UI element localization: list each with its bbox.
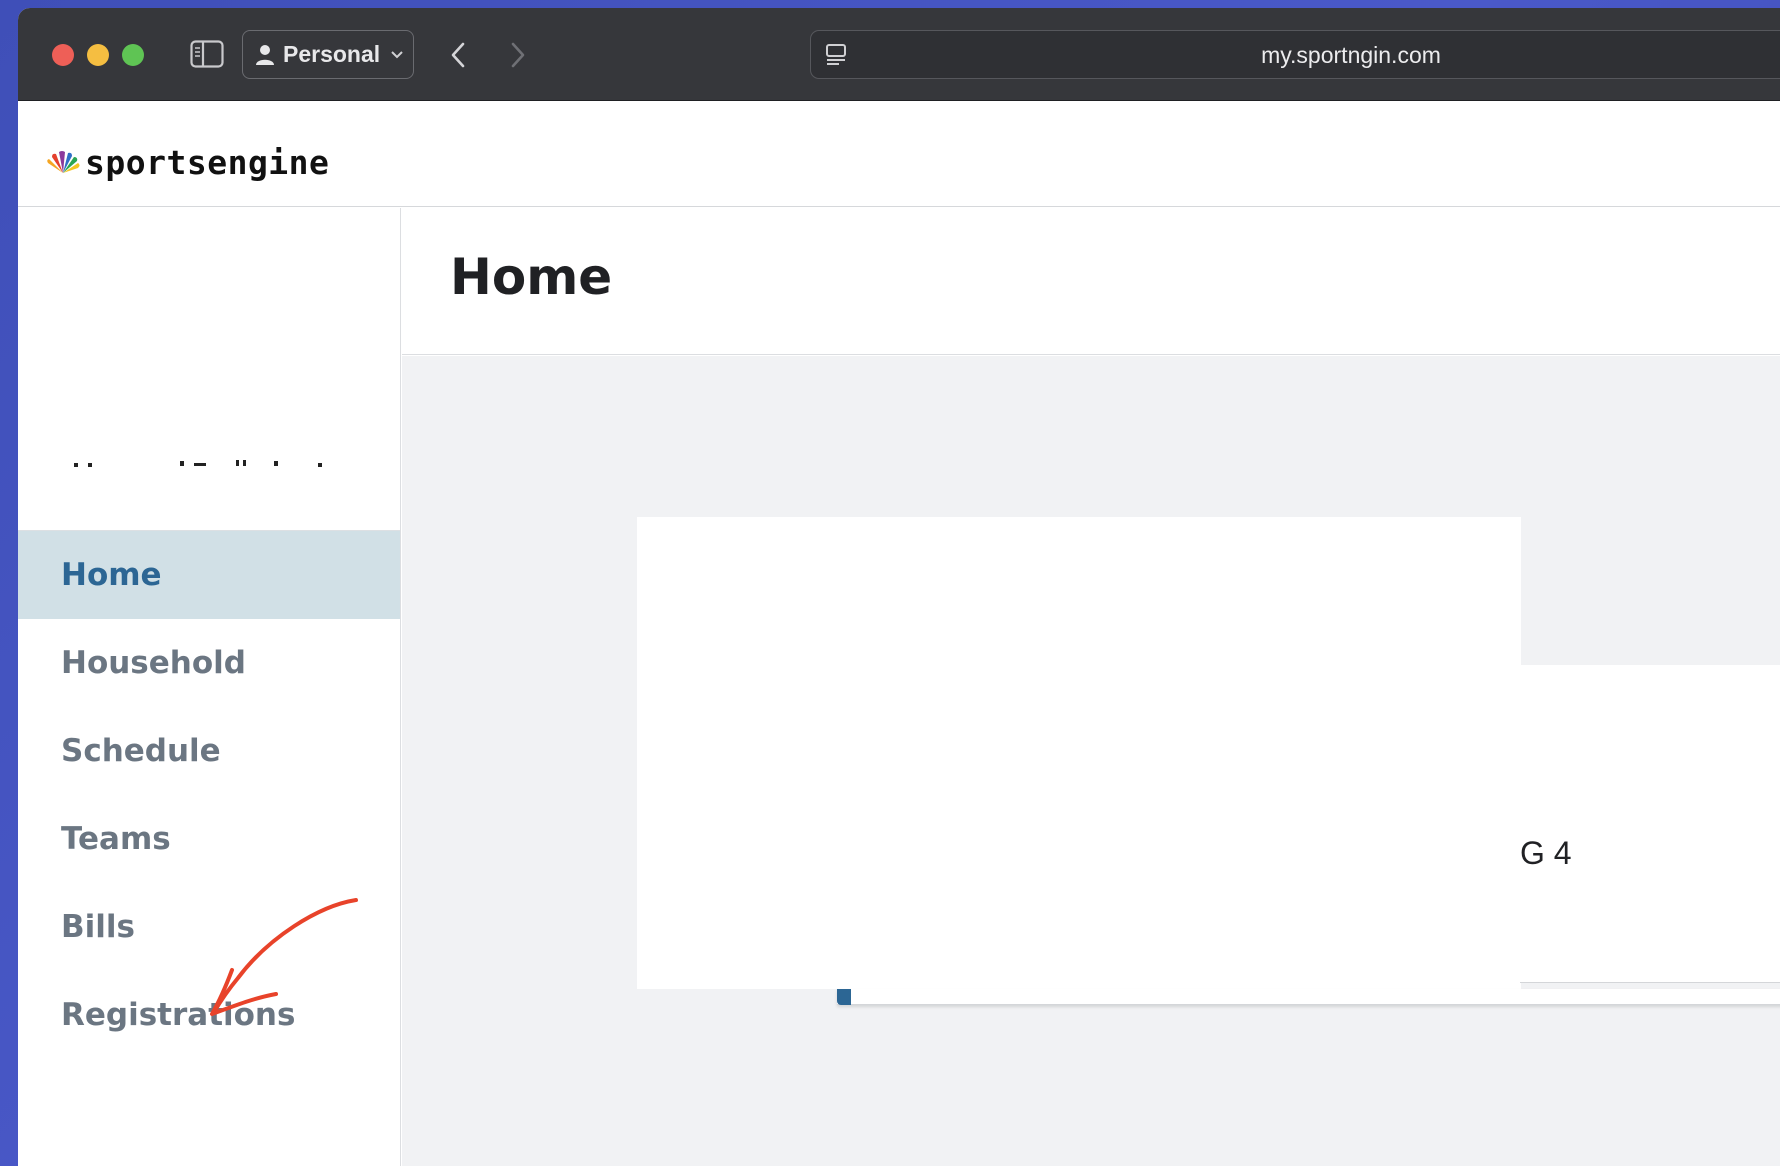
browser-window: Personal my.sportngin.com sportsengine H…	[18, 8, 1780, 1166]
page-title: Home	[450, 248, 613, 306]
sidebar-item-registrations[interactable]: Registrations	[18, 971, 400, 1059]
main-content: G 4	[402, 356, 1780, 1166]
sidebar-toggle-icon[interactable]	[190, 40, 224, 68]
obscured-user-name	[74, 460, 322, 467]
forward-arrow-icon[interactable]	[508, 42, 528, 68]
sidebar-item-household[interactable]: Household	[18, 619, 400, 707]
close-window-button[interactable]	[52, 44, 74, 66]
sidebar-item-bills[interactable]: Bills	[18, 883, 400, 971]
partial-card: G 4	[1520, 665, 1780, 983]
browser-titlebar: Personal my.sportngin.com	[18, 8, 1780, 101]
address-bar[interactable]: my.sportngin.com	[810, 30, 1780, 79]
main-header: Home	[402, 208, 1780, 355]
content-card	[637, 517, 1521, 989]
sidebar-item-schedule[interactable]: Schedule	[18, 707, 400, 795]
url-text: my.sportngin.com	[1261, 42, 1441, 68]
sidebar-item-teams[interactable]: Teams	[18, 795, 400, 883]
logo-text: sportsengine	[85, 143, 330, 182]
peacock-logo-icon	[47, 150, 80, 173]
person-icon	[256, 44, 274, 65]
sportsengine-logo[interactable]: sportsengine	[44, 143, 329, 182]
sidebar-nav: Home Household Schedule Teams Bills Regi…	[18, 208, 401, 1166]
sidebar-menu: Home Household Schedule Teams Bills Regi…	[18, 530, 400, 1059]
chevron-down-icon	[391, 50, 403, 58]
profile-button[interactable]: Personal	[242, 30, 414, 79]
card-accent-bar	[837, 989, 851, 1005]
profile-label: Personal	[283, 41, 381, 67]
zoom-window-button[interactable]	[122, 44, 144, 66]
site-header: sportsengine	[18, 101, 1780, 207]
back-arrow-icon[interactable]	[448, 42, 468, 68]
card-bottom-edge	[837, 989, 1780, 1005]
minimize-window-button[interactable]	[87, 44, 109, 66]
sidebar-item-home[interactable]: Home	[18, 531, 400, 619]
partial-card-text: G 4	[1520, 835, 1572, 871]
